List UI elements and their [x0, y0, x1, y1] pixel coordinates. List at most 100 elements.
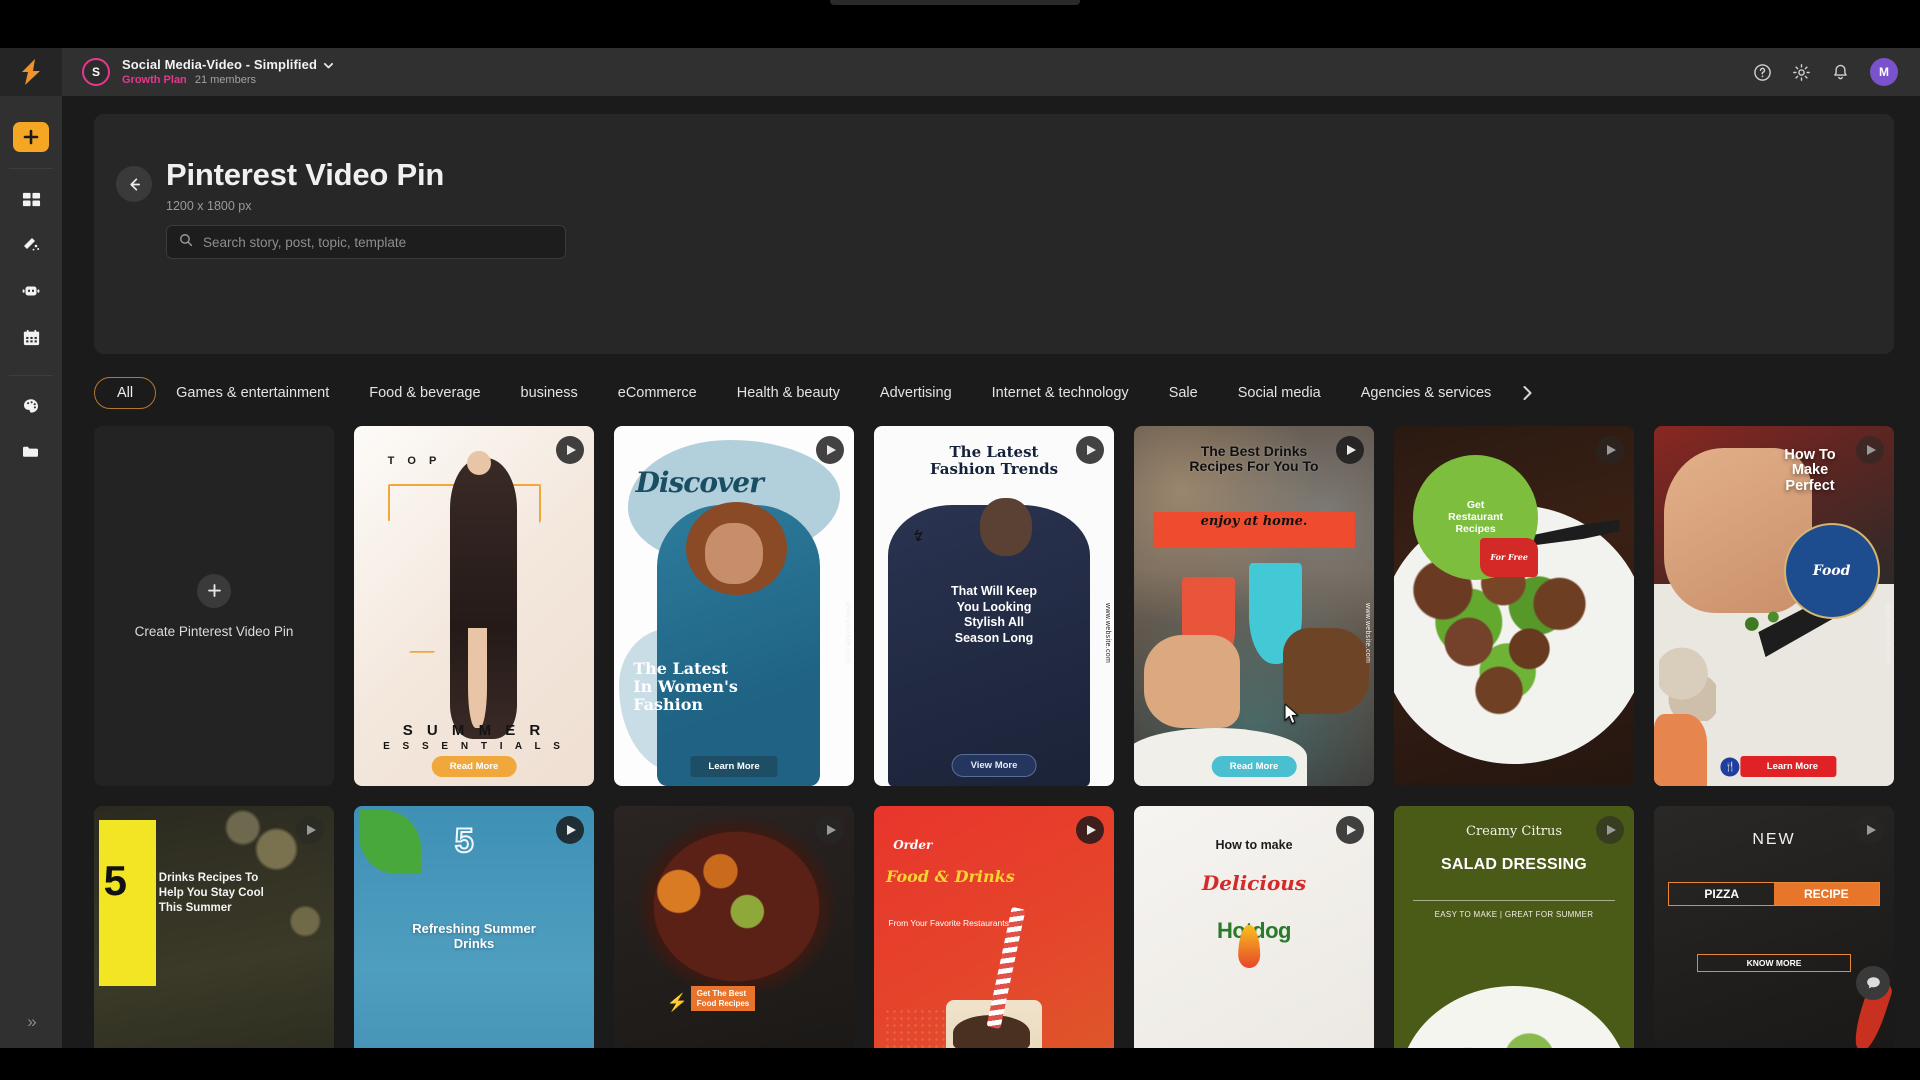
hero-title-row: Pinterest Video Pin 1200 x 1800 px [116, 157, 1894, 260]
grid-cell: Get Restaurant Recipes For Free [1394, 426, 1634, 786]
play-icon[interactable] [556, 816, 584, 844]
template-card-best-food-recipes-top-restaurants[interactable]: ⚡ Get The Best Food Recipes From Top Res… [614, 806, 854, 1048]
card-cta[interactable]: View More [951, 754, 1037, 777]
page-title: Pinterest Video Pin [166, 157, 445, 192]
card-cta[interactable]: KNOW MORE [1697, 953, 1851, 972]
help-circle-icon[interactable] [1753, 63, 1772, 82]
blue-badge-text: Food [1812, 563, 1851, 580]
tab-business[interactable]: business [501, 377, 598, 409]
search-box[interactable] [166, 225, 566, 260]
tabs-next-button[interactable] [1517, 383, 1537, 403]
card-headline: The Latest Fashion Trends [929, 443, 1059, 478]
arrow-left-icon [129, 177, 140, 191]
chevron-down-icon [323, 60, 334, 71]
play-icon[interactable] [1856, 816, 1884, 844]
sidebar-item-calendar[interactable] [9, 315, 53, 359]
hand [1143, 634, 1240, 729]
card-cta[interactable]: 🍴 Learn More [1720, 756, 1836, 777]
search-icon [179, 233, 193, 252]
workspace-avatar[interactable]: S [82, 58, 110, 86]
create-pinterest-video-pin-card[interactable]: Create Pinterest Video Pin [94, 426, 334, 786]
card-eyebrow: Order [893, 838, 933, 853]
tab-health-beauty[interactable]: Health & beauty [717, 377, 860, 409]
template-card-best-drinks-recipes[interactable]: The Best Drinks Recipes For You To enjoy… [1134, 426, 1374, 786]
card-subhead: From Your Favorite Restaurants [888, 917, 1009, 928]
folder-icon [23, 446, 38, 457]
hand [1282, 627, 1370, 714]
tab-food-beverage[interactable]: Food & beverage [349, 377, 500, 409]
tab-agencies-services[interactable]: Agencies & services [1341, 377, 1512, 409]
template-card-how-to-make-delicious-hotdog[interactable]: How to make Delicious Hotdog [1134, 806, 1374, 1048]
template-card-5-refreshing-summer-drinks[interactable]: 5 Refreshing Summer Drinks To Beat The H… [354, 806, 594, 1048]
workspace-switcher[interactable]: Social Media-Video - Simplified [122, 57, 334, 73]
template-card-5-drinks-recipes-stay-cool[interactable]: 5 Drinks Recipes To Help You Stay Cool T… [94, 806, 334, 1048]
chat-bubble-icon[interactable] [1856, 966, 1890, 1000]
template-card-get-restaurant-recipes[interactable]: Get Restaurant Recipes For Free [1394, 426, 1634, 786]
play-icon[interactable] [296, 816, 324, 844]
create-new-button[interactable] [13, 122, 49, 152]
search-input[interactable] [203, 234, 553, 250]
sidebar-item-ai-bot[interactable] [9, 269, 53, 313]
salmon [1654, 714, 1707, 786]
card-watermark: www.website.com [1364, 603, 1371, 664]
browser-bottom-bar [0, 1048, 1920, 1080]
play-icon[interactable] [1596, 816, 1624, 844]
hero-texts: Pinterest Video Pin 1200 x 1800 px [166, 157, 566, 260]
browser-tab-stub [830, 0, 1080, 5]
template-card-latest-fashion-trends[interactable]: The Latest Fashion Trends ↯ That Will Ke… [874, 426, 1114, 786]
play-icon[interactable] [1336, 436, 1364, 464]
template-card-how-to-make-perfect-food[interactable]: How To Make Perfect Food www.website.com… [1654, 426, 1894, 786]
card-number: 5 [454, 822, 475, 860]
play-icon[interactable] [556, 436, 584, 464]
tab-sale[interactable]: Sale [1149, 377, 1218, 409]
left-rail: » [0, 48, 62, 1048]
workspace-meta: Growth Plan 21 members [122, 74, 334, 87]
back-button[interactable] [116, 166, 152, 202]
play-icon[interactable] [1076, 816, 1104, 844]
play-icon[interactable] [1596, 436, 1624, 464]
card-subhead: That Will Keep You Looking Stylish All S… [950, 584, 1037, 645]
template-card-creamy-citrus-salad-dressing[interactable]: Creamy Citrus SALAD DRESSING EASY TO MAK… [1394, 806, 1634, 1048]
app-shell: » S Social Media-Video - Simplified Grow… [0, 48, 1920, 1048]
template-card-discover-womens-fashion[interactable]: Discover The Latest In Women's Fashion w… [614, 426, 854, 786]
mushrooms [1658, 642, 1717, 722]
tab-social-media[interactable]: Social media [1218, 377, 1341, 409]
template-card-order-food-and-drinks[interactable]: Order Food & Drinks From Your Favorite R… [874, 806, 1114, 1048]
card-label-text: Get The Best Food Recipes [696, 989, 750, 1008]
card-eyebrow: T O P [387, 454, 442, 467]
rail-divider-1 [9, 168, 53, 169]
play-icon[interactable] [1076, 436, 1104, 464]
user-avatar[interactable]: M [1870, 58, 1898, 86]
play-icon[interactable] [1856, 436, 1884, 464]
card-cta[interactable]: Read More [431, 756, 517, 777]
sidebar-item-ai-writer[interactable] [9, 223, 53, 267]
category-tabs: All Games & entertainment Food & beverag… [62, 370, 1920, 416]
bell-icon[interactable] [1831, 63, 1850, 82]
model-head [466, 451, 491, 476]
tab-all[interactable]: All [94, 377, 157, 409]
tab-games-entertainment[interactable]: Games & entertainment [156, 377, 349, 409]
sidebar-expand-button[interactable]: » [0, 1012, 62, 1032]
green-badge-text: Get Restaurant Recipes [1448, 498, 1504, 536]
tab-advertising[interactable]: Advertising [860, 377, 972, 409]
play-icon[interactable] [816, 436, 844, 464]
app-logo[interactable] [0, 48, 62, 96]
play-icon[interactable] [816, 816, 844, 844]
magic-wand-icon [24, 238, 40, 251]
sidebar-item-brand-kit[interactable] [9, 384, 53, 428]
sidebar-item-dashboard[interactable] [9, 177, 53, 221]
play-icon[interactable] [1336, 816, 1364, 844]
template-card-new-pizza-recipe[interactable]: NEW PIZZA RECIPE KNOW MORE [1654, 806, 1894, 1048]
tab-internet-technology[interactable]: Internet & technology [972, 377, 1149, 409]
gear-icon[interactable] [1792, 63, 1811, 82]
hero-panel: Pinterest Video Pin 1200 x 1800 px [94, 114, 1894, 354]
card-cta[interactable]: Read More [1211, 756, 1297, 777]
tab-ecommerce[interactable]: eCommerce [598, 377, 717, 409]
blue-badge: Food [1783, 523, 1880, 620]
card-cta[interactable]: Learn More [690, 756, 778, 777]
card-headline: Drinks Recipes To Help You Stay Cool Thi… [158, 871, 264, 914]
template-card-top-7-summer-essentials[interactable]: T O P S U M M E R E S S E N T I A L S Re… [354, 426, 594, 786]
sidebar-item-folders[interactable] [9, 430, 53, 474]
model-face [705, 523, 763, 585]
card-watermark: www.website.com [1884, 603, 1891, 664]
